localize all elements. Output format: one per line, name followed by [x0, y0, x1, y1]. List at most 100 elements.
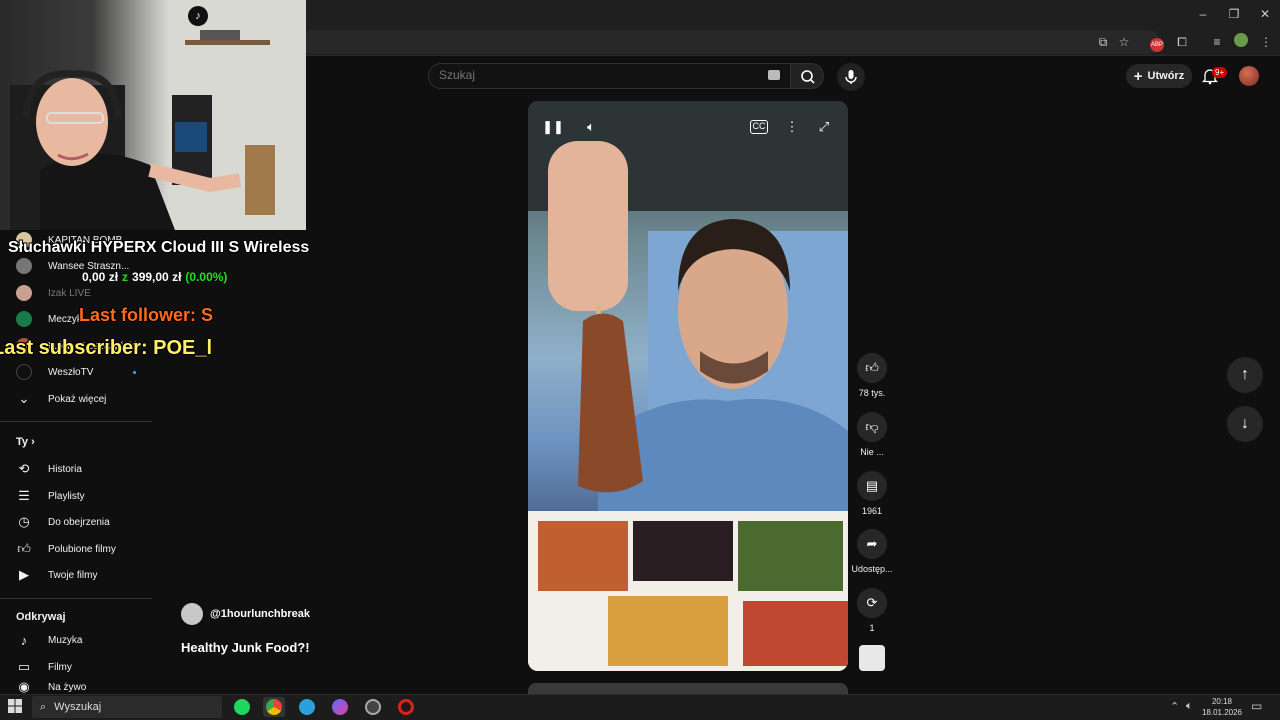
sidebar-section-explore: Odkrywaj — [16, 611, 66, 623]
pause-button[interactable]: ❚❚ — [542, 116, 564, 138]
sidebar-item-playlists[interactable]: ☰ Playlisty — [0, 483, 152, 509]
share-label: Udostęp... — [851, 564, 893, 574]
search-icon — [801, 70, 815, 84]
tiktok-icon: ♪ — [188, 6, 208, 26]
fullscreen-button[interactable]: ⤢ — [813, 116, 835, 138]
share-icon: ➦ — [866, 536, 878, 551]
captions-button[interactable]: CC — [750, 120, 768, 134]
sidebar-item-label: Twoje filmy — [48, 569, 98, 581]
sidebar-item-label: Polubione filmy — [48, 543, 116, 555]
sidebar-item-music[interactable]: ♪ Muzyka — [0, 627, 152, 653]
goal-title: Słuchawki HYPERX Cloud III S Wireless — [8, 239, 310, 256]
sidebar-item-history[interactable]: ⟲ Historia — [0, 456, 152, 482]
last-follower: Last follower: S — [79, 305, 214, 325]
remix-button[interactable]: ⟳ — [857, 588, 887, 618]
arrow-down-icon: ↓ — [1241, 415, 1249, 432]
mic-icon — [845, 70, 857, 84]
more-options-button[interactable]: ⋮ — [781, 116, 803, 138]
video-icon: ▶︎ — [19, 567, 29, 582]
tray-chevron-icon[interactable]: ⌃ — [1170, 700, 1179, 713]
sidebar-divider — [0, 598, 152, 599]
address-bar[interactable] — [300, 30, 1160, 54]
next-short-button[interactable]: ↓ — [1227, 406, 1263, 442]
sound-thumbnail[interactable] — [859, 645, 885, 671]
notifications-badge: 9+ — [1212, 67, 1228, 78]
extensions-icon[interactable]: ⧠ — [1173, 33, 1191, 51]
volume-tray-icon[interactable]: 🔈︎ — [1186, 700, 1193, 713]
goal-target: 399,00 zł — [132, 270, 182, 284]
search-button[interactable] — [790, 63, 824, 89]
cc-icon: CC — [752, 121, 766, 131]
media-controls-icon[interactable]: ≡ — [1208, 33, 1226, 51]
search-box[interactable] — [428, 63, 790, 89]
search-icon: ⌕ — [40, 700, 47, 713]
film-icon: ▭ — [17, 659, 31, 674]
short-channel-name[interactable]: @1hourlunchbreak — [210, 608, 310, 620]
sidebar-section-you[interactable]: Ty › — [16, 436, 35, 448]
chevron-right-icon: › — [31, 436, 35, 448]
remix-count: 1 — [869, 623, 875, 633]
taskbar-opera[interactable] — [395, 697, 417, 717]
windows-start-button[interactable] — [8, 699, 22, 713]
taskbar-search-label: Wyszukaj — [54, 701, 102, 713]
clock-time: 20:18 — [1211, 697, 1233, 706]
sidebar-item-live[interactable]: ◉ Na żywo — [0, 680, 152, 694]
music-icon: ♪ — [20, 632, 28, 648]
taskbar-clock[interactable]: 20:18 18.01.2026 — [1200, 696, 1244, 718]
close-button[interactable]: ✕ — [1250, 4, 1280, 24]
channel-avatar — [16, 311, 32, 327]
taskbar-search[interactable]: ⌕ Wyszukaj — [32, 696, 222, 718]
arrow-up-icon: ↑ — [1241, 366, 1249, 383]
telegram-icon — [299, 699, 315, 715]
goal-current: 0,00 zł — [82, 270, 119, 284]
sidebar-item-watch-later[interactable]: ◷ Do obejrzenia — [0, 509, 152, 535]
adblock-icon[interactable]: ABP — [1148, 33, 1166, 52]
restore-button[interactable]: ❐ — [1219, 4, 1249, 24]
sidebar-item-liked[interactable]: 👍︎ Polubione filmy — [0, 536, 152, 562]
account-avatar[interactable] — [1239, 66, 1259, 86]
search-input[interactable] — [439, 68, 759, 82]
channel-avatar[interactable] — [181, 603, 203, 625]
clock-date: 18.01.2026 — [1201, 708, 1243, 717]
comments-button[interactable]: ▤ — [857, 471, 887, 501]
channel-avatar — [16, 364, 32, 380]
minimize-button[interactable]: – — [1188, 4, 1218, 24]
sidebar-item-your-videos[interactable]: ▶︎ Twoje filmy — [0, 562, 152, 588]
taskbar-spotify[interactable] — [231, 697, 253, 717]
create-label: Utwórz — [1147, 70, 1185, 82]
more-vert-icon: ⋮ — [785, 119, 799, 134]
bookmark-star-icon[interactable]: ☆ — [1115, 33, 1133, 51]
comment-count: 1961 — [861, 506, 883, 516]
profile-icon[interactable] — [1232, 33, 1250, 51]
fullscreen-icon: ⤢ — [818, 119, 830, 134]
mute-button[interactable]: 🔈︎ — [580, 116, 602, 138]
create-button[interactable]: + Utwórz — [1126, 64, 1192, 88]
comment-icon: ▤ — [865, 478, 879, 493]
next-short-preview[interactable] — [528, 683, 848, 694]
share-button[interactable]: ➦ — [857, 529, 887, 559]
sidebar-item-label: Do obejrzenia — [48, 516, 110, 528]
previous-short-button[interactable]: ↑ — [1227, 357, 1263, 393]
voice-search-button[interactable] — [837, 63, 865, 91]
browser-menu-icon[interactable]: ⋮ — [1257, 33, 1275, 51]
install-app-icon[interactable]: ⧉ — [1094, 33, 1112, 51]
like-button[interactable]: 👍︎ — [857, 353, 887, 383]
sidebar-item-films[interactable]: ▭ Filmy — [0, 654, 152, 680]
sidebar-show-more[interactable]: ⌄ Pokaż więcej — [0, 386, 152, 412]
dislike-button[interactable]: 👎︎ — [857, 412, 887, 442]
pause-icon: ❚❚ — [542, 119, 564, 134]
live-icon: ◉ — [18, 680, 30, 694]
windows-logo-icon — [8, 699, 22, 713]
taskbar-chrome[interactable] — [263, 697, 285, 717]
sidebar-item-label: Playlisty — [48, 490, 85, 502]
taskbar-messenger[interactable] — [329, 697, 351, 717]
sidebar-item-label: Filmy — [48, 661, 72, 673]
last-subscriber-clip: Last subscriber: POE_l — [0, 336, 230, 364]
last-subscriber: Last subscriber: POE_l — [0, 337, 213, 359]
taskbar-telegram[interactable] — [296, 697, 318, 717]
notification-center-icon[interactable]: ▭ — [1251, 699, 1262, 713]
opera-icon — [398, 699, 414, 715]
keyboard-icon[interactable] — [768, 70, 780, 80]
short-video[interactable] — [528, 101, 848, 671]
taskbar-app-5[interactable] — [362, 697, 384, 717]
